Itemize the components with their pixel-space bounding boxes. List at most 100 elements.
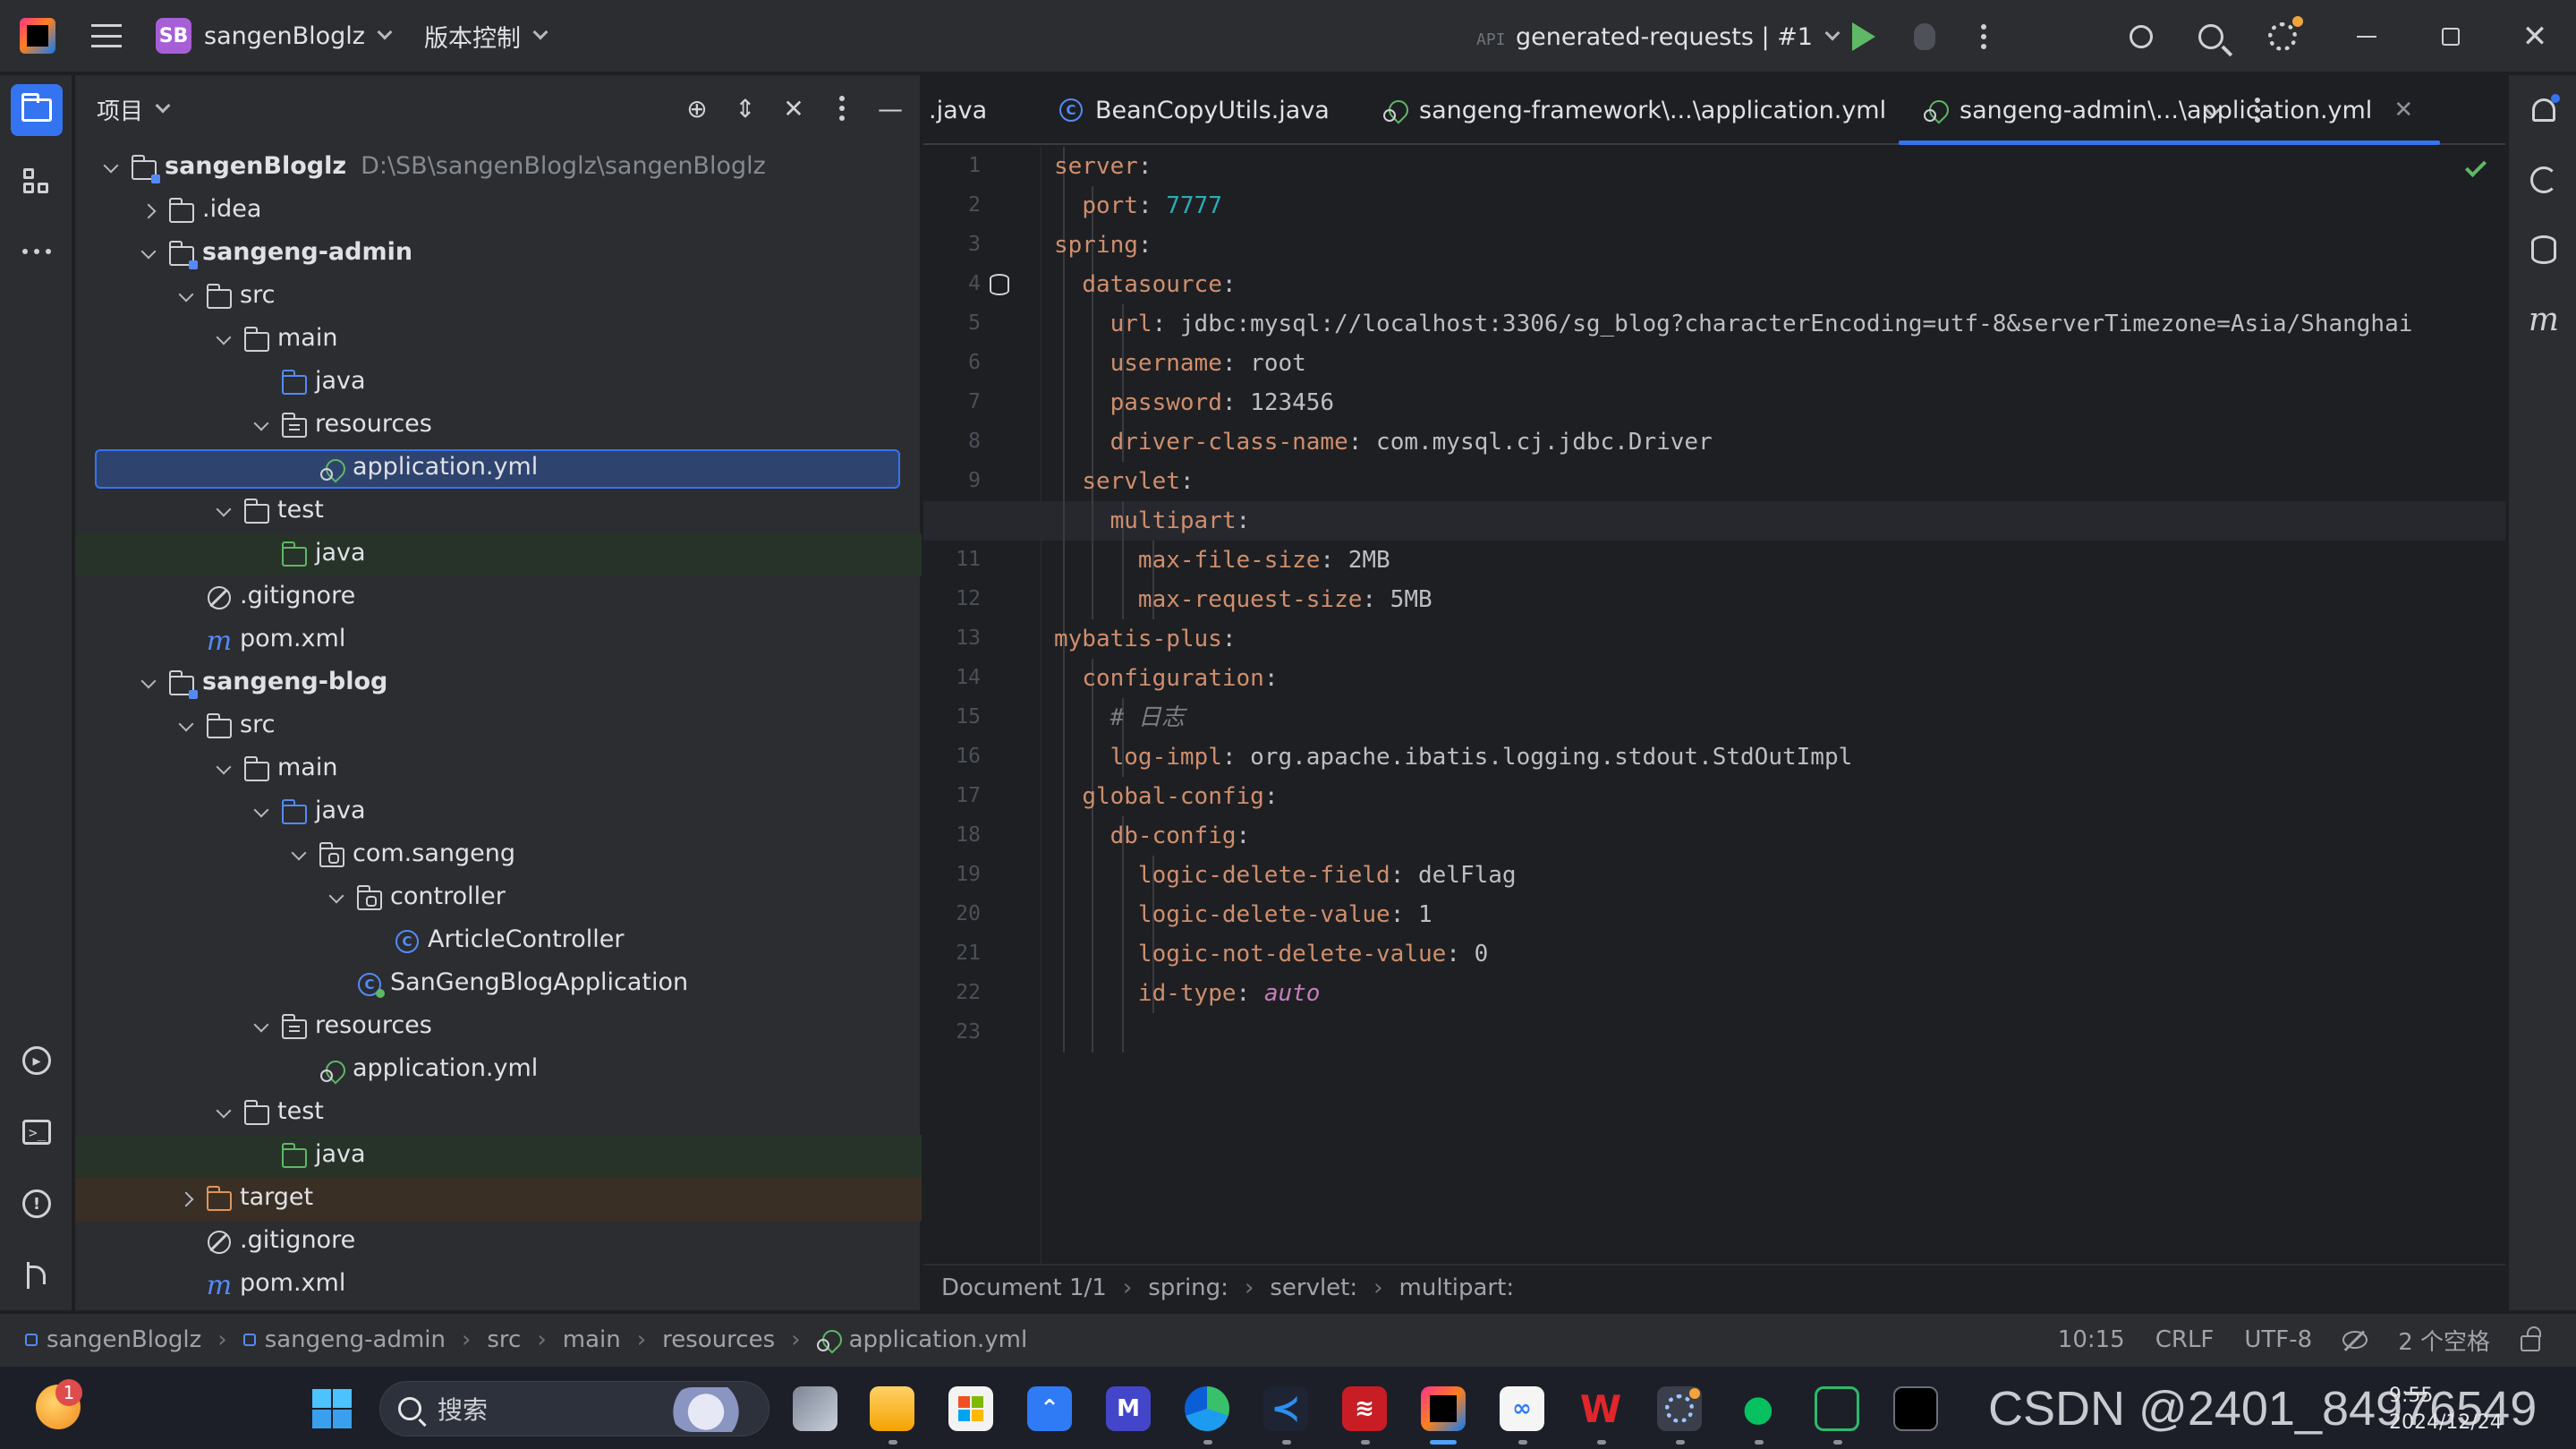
close-window-button[interactable]: ✕ bbox=[2516, 18, 2554, 55]
chevron-down-icon[interactable] bbox=[291, 845, 307, 861]
code-line[interactable]: # 日志 bbox=[1054, 698, 1185, 737]
line-number[interactable]: 8 bbox=[923, 430, 981, 453]
line-number[interactable]: 21 bbox=[923, 942, 981, 965]
git-tool-button[interactable] bbox=[11, 1249, 63, 1301]
status-path-item[interactable]: sangenBloglz bbox=[47, 1326, 201, 1353]
datasource-gutter-icon[interactable] bbox=[990, 274, 1009, 295]
start-button[interactable] bbox=[310, 1386, 354, 1431]
hide-panel-button[interactable]: — bbox=[877, 93, 904, 124]
breadcrumb-item[interactable]: servlet: bbox=[1270, 1274, 1357, 1301]
breadcrumb-item[interactable]: Document 1/1 bbox=[941, 1274, 1107, 1301]
terminal-app-icon[interactable] bbox=[1893, 1386, 1938, 1431]
intellij-taskbar-icon[interactable] bbox=[1421, 1386, 1466, 1431]
status-path-item[interactable]: src bbox=[487, 1326, 521, 1353]
tree-row[interactable]: application.yml bbox=[75, 1049, 922, 1092]
line-number[interactable]: 4 bbox=[923, 272, 981, 295]
panel-options-button[interactable] bbox=[829, 93, 855, 124]
line-number[interactable]: 11 bbox=[923, 548, 981, 571]
app-icon-indigo[interactable]: M bbox=[1106, 1386, 1151, 1431]
indent-setting[interactable]: 2 个空格 bbox=[2398, 1324, 2490, 1357]
task-view-icon[interactable] bbox=[793, 1386, 837, 1431]
tree-row[interactable]: controller bbox=[75, 877, 922, 920]
line-number[interactable]: 15 bbox=[923, 705, 981, 729]
line-number[interactable]: 9 bbox=[923, 469, 981, 492]
structure-tool-button[interactable] bbox=[11, 156, 63, 208]
code-line[interactable]: username: root bbox=[1054, 344, 1306, 383]
tree-row[interactable]: resources bbox=[75, 1006, 922, 1049]
tree-row[interactable]: application.yml bbox=[75, 447, 922, 490]
debug-button[interactable] bbox=[1906, 18, 1943, 55]
code-line[interactable]: logic-delete-value: 1 bbox=[1054, 895, 1433, 934]
settings-button[interactable] bbox=[2264, 16, 2303, 55]
line-number[interactable]: 13 bbox=[923, 626, 981, 650]
chevron-down-icon[interactable] bbox=[216, 759, 232, 775]
search-everywhere-button[interactable] bbox=[2192, 18, 2230, 55]
chevron-right-icon[interactable] bbox=[178, 1191, 194, 1207]
line-number[interactable]: 12 bbox=[923, 587, 981, 610]
code-line[interactable]: id-type: auto bbox=[1054, 974, 1321, 1013]
chevron-down-icon[interactable] bbox=[328, 888, 344, 904]
status-path-item[interactable]: main bbox=[563, 1326, 621, 1353]
code-line[interactable]: datasource: bbox=[1054, 265, 1236, 304]
clock[interactable]: 9:55 2024/12/24 bbox=[2389, 1383, 2568, 1436]
line-number[interactable]: 17 bbox=[923, 784, 981, 807]
line-number[interactable]: 6 bbox=[923, 351, 981, 374]
line-number[interactable]: 23 bbox=[923, 1020, 981, 1044]
run-button[interactable] bbox=[1845, 18, 1883, 55]
database-button[interactable] bbox=[2527, 233, 2561, 267]
code-line[interactable]: server: bbox=[1054, 147, 1152, 186]
app-icon-blue[interactable]: ⌃ bbox=[1027, 1386, 1072, 1431]
code-line[interactable]: port: 7777 bbox=[1054, 186, 1222, 226]
line-number[interactable]: 3 bbox=[923, 233, 981, 256]
services-tool-button[interactable]: ▸ bbox=[11, 1035, 63, 1087]
run-config-selector[interactable]: API generated-requests | #1 bbox=[1476, 0, 1841, 73]
ai-assistant-button[interactable] bbox=[2527, 163, 2561, 197]
tree-row[interactable]: src bbox=[75, 705, 922, 748]
tree-row[interactable]: sangeng-admin bbox=[75, 233, 922, 276]
problems-tool-button[interactable]: ! bbox=[11, 1178, 63, 1230]
line-number[interactable]: 2 bbox=[923, 193, 981, 217]
tree-row[interactable]: test bbox=[75, 1092, 922, 1135]
file-explorer-icon[interactable] bbox=[870, 1386, 914, 1431]
code-line[interactable]: db-config: bbox=[1054, 816, 1251, 856]
tree-row[interactable]: java bbox=[75, 362, 922, 405]
tree-row[interactable]: java bbox=[75, 533, 922, 576]
tree-row[interactable]: .gitignore bbox=[75, 576, 922, 619]
app-icon-white[interactable]: ∞ bbox=[1500, 1386, 1544, 1431]
code-line[interactable]: servlet: bbox=[1054, 462, 1194, 501]
microsoft-store-icon[interactable] bbox=[948, 1386, 993, 1431]
app-icon-red[interactable]: ≋ bbox=[1342, 1386, 1387, 1431]
code-line[interactable]: logic-delete-field: delFlag bbox=[1054, 856, 1517, 895]
editor-tab[interactable]: sangeng-admin\...\application.yml ✕ bbox=[1898, 75, 2441, 145]
tree-row[interactable]: C ArticleController bbox=[75, 920, 922, 963]
chevron-down-icon[interactable] bbox=[216, 1103, 232, 1119]
tree-row[interactable]: com.sangeng bbox=[75, 834, 922, 877]
tree-row[interactable]: main bbox=[75, 319, 922, 362]
code-line[interactable]: multipart: bbox=[1054, 501, 1251, 541]
chevron-down-icon[interactable] bbox=[253, 802, 269, 818]
tree-row[interactable]: java bbox=[75, 791, 922, 834]
chevron-down-icon[interactable] bbox=[253, 1017, 269, 1033]
code-line[interactable]: log-impl: org.apache.ibatis.logging.stdo… bbox=[1054, 737, 1853, 777]
chevron-down-icon[interactable] bbox=[178, 286, 194, 303]
chevron-down-icon[interactable] bbox=[140, 243, 157, 260]
code-line[interactable]: max-request-size: 5MB bbox=[1054, 580, 1433, 619]
tree-row[interactable]: resources bbox=[75, 405, 922, 447]
project-switcher[interactable]: SB sangenBloglz bbox=[145, 11, 401, 61]
code-line[interactable]: url: jdbc:mysql://localhost:3306/sg_blog… bbox=[1054, 304, 2413, 344]
editor-tab[interactable]: sangeng-framework\...\application.yml bbox=[1383, 75, 1886, 145]
chevron-down-icon[interactable] bbox=[140, 673, 157, 689]
code-line[interactable]: spring: bbox=[1054, 226, 1152, 265]
chevron-down-icon[interactable] bbox=[178, 716, 194, 732]
settings-app-icon[interactable] bbox=[1657, 1386, 1702, 1431]
code-area[interactable]: server: port: 7777 spring: datasource: ur… bbox=[923, 147, 2505, 1273]
code-line[interactable]: driver-class-name: com.mysql.cj.jdbc.Dri… bbox=[1054, 422, 1713, 462]
taskbar-search[interactable]: 搜索 bbox=[379, 1381, 769, 1436]
editor-tab[interactable]: C BeanCopyUtils.java bbox=[1059, 75, 1330, 145]
maven-button[interactable]: m bbox=[2527, 302, 2561, 338]
code-line[interactable]: mybatis-plus: bbox=[1054, 619, 1237, 659]
tree-row[interactable]: m pom.xml bbox=[75, 1264, 922, 1307]
line-number[interactable]: 22 bbox=[923, 981, 981, 1004]
file-encoding[interactable]: UTF-8 bbox=[2244, 1326, 2312, 1353]
code-with-me-button[interactable] bbox=[2122, 18, 2160, 55]
